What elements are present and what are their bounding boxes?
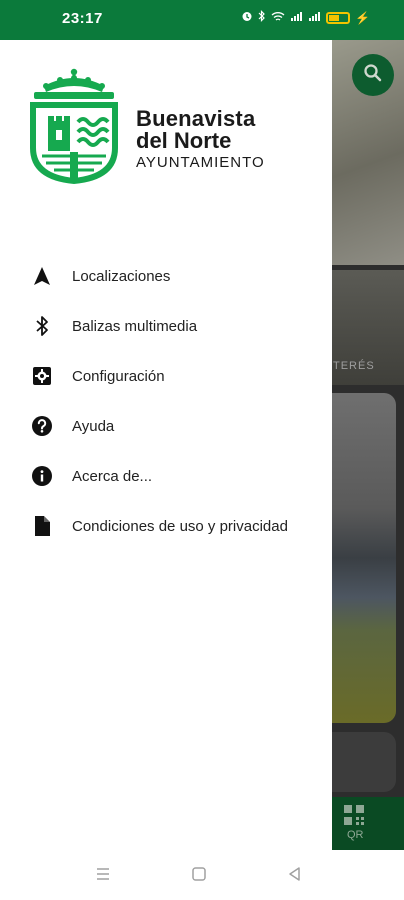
menu-item-label: Balizas multimedia xyxy=(72,317,198,335)
qr-label: QR xyxy=(347,829,364,841)
recents-button[interactable] xyxy=(95,866,111,887)
menu-item-label: Ayuda xyxy=(72,417,115,435)
logo-title-line2: del Norte xyxy=(136,128,232,153)
coat-of-arms-icon xyxy=(30,68,118,184)
status-time: 23:17 xyxy=(62,10,103,27)
back-triangle-icon xyxy=(289,867,300,881)
drawer-menu: Localizaciones Balizas multimedia Config… xyxy=(0,251,332,551)
menu-item-balizas-multimedia[interactable]: Balizas multimedia xyxy=(0,301,332,351)
bluetooth-status-icon xyxy=(258,9,266,27)
menu-item-label: Configuración xyxy=(72,367,165,385)
menu-item-label: Condiciones de uso y privacidad xyxy=(72,517,288,535)
menu-item-condiciones[interactable]: Condiciones de uso y privacidad xyxy=(0,501,332,551)
status-icons: ⚡ xyxy=(241,9,370,27)
menu-lines-icon xyxy=(97,868,109,880)
search-button[interactable] xyxy=(352,54,394,96)
qr-icon xyxy=(343,804,365,826)
alarm-icon xyxy=(241,9,253,27)
menu-item-configuracion[interactable]: Configuración xyxy=(0,351,332,401)
menu-item-acerca-de[interactable]: Acerca de... xyxy=(0,451,332,501)
menu-item-label: Acerca de... xyxy=(72,467,153,485)
battery-icon xyxy=(326,12,351,24)
menu-item-ayuda[interactable]: Ayuda xyxy=(0,401,332,451)
bluetooth-icon xyxy=(31,315,53,337)
system-navigation-bar xyxy=(0,850,404,900)
navigation-drawer: Buenavista del Norte AYUNTAMIENTO Locali… xyxy=(0,40,332,850)
municipality-logo: Buenavista del Norte AYUNTAMIENTO xyxy=(26,66,316,186)
signal-icon-1 xyxy=(290,9,303,27)
charging-icon: ⚡ xyxy=(355,11,370,25)
document-icon xyxy=(31,515,53,537)
navigation-arrow-icon xyxy=(31,265,53,287)
background-bottom-bar xyxy=(330,797,404,850)
help-icon xyxy=(31,415,53,437)
logo-subtitle: AYUNTAMIENTO xyxy=(136,154,265,171)
info-icon xyxy=(31,465,53,487)
menu-item-localizaciones[interactable]: Localizaciones xyxy=(0,251,332,301)
background-card-label: TERÉS xyxy=(333,360,375,372)
logo-title-line1: Buenavista xyxy=(136,106,256,131)
status-bar: 23:17 ⚡ xyxy=(0,0,404,40)
signal-icon-2 xyxy=(308,9,321,27)
menu-item-label: Localizaciones xyxy=(72,267,171,285)
search-icon xyxy=(363,63,383,88)
settings-icon xyxy=(31,365,53,387)
square-icon xyxy=(192,867,206,881)
home-button[interactable] xyxy=(191,866,207,887)
back-button[interactable] xyxy=(287,866,303,887)
wifi-icon xyxy=(271,9,285,27)
